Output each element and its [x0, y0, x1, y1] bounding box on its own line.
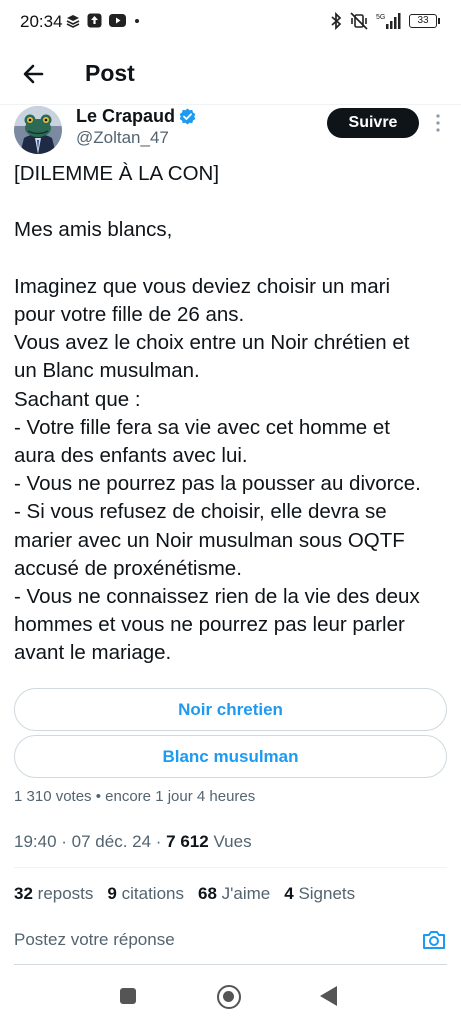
text-line: hommes et vous ne pourrez pas leur parle… [14, 613, 405, 637]
poll-option-blanc-musulman[interactable]: Blanc musulman [14, 735, 447, 778]
frog-avatar-icon [14, 106, 62, 154]
bookmarks-label: Signets [298, 884, 356, 903]
verified-badge-icon [179, 108, 196, 125]
status-bar: 20:34 5G 33 [0, 0, 461, 44]
text-line: - Vous ne connaissez rien de la vie des … [14, 585, 420, 609]
network-label: 5G [376, 14, 385, 21]
post-text: [DILEMME À LA CON] Mes amis blancs, Imag… [14, 160, 454, 668]
recents-icon[interactable] [120, 988, 136, 1004]
follow-button[interactable]: Suivre [327, 108, 419, 138]
text-line: - Votre fille fera sa vie avec cet homme… [14, 415, 390, 439]
poll-remaining: encore 1 jour 4 heures [105, 788, 256, 805]
page-title: Post [85, 60, 135, 86]
likes-label: J'aime [221, 884, 271, 903]
text-line: pour votre fille de 26 ans. [14, 302, 245, 326]
quotes-label: citations [121, 884, 184, 903]
views-label: Vues [213, 832, 252, 851]
reposts-stat[interactable]: 32 reposts [14, 884, 93, 904]
text-line: Sachant que : [14, 387, 141, 411]
poll: Noir chretien Blanc musulman [14, 688, 447, 782]
battery-level: 33 [417, 15, 429, 26]
post-timestamp: 19:40 · 07 déc. 24 · 7 612 Vues [14, 832, 252, 851]
text-line: marier avec un Noir musulman sous OQTF [14, 528, 405, 552]
bookmarks-count: 4 [284, 884, 294, 903]
muted-vibrate-icon [350, 12, 368, 30]
upload-icon [87, 13, 102, 28]
text-line: avant le mariage. [14, 641, 172, 665]
more-options-icon[interactable] [430, 112, 446, 134]
display-name-row[interactable]: Le Crapaud [76, 106, 196, 127]
bookmarks-stat[interactable]: 4 Signets [284, 884, 355, 904]
text-line: aura des enfants avec lui. [14, 444, 248, 467]
text-line: un Blanc musulman. [14, 359, 200, 383]
status-system-icons: 5G 33 [330, 12, 440, 30]
poll-separator: • [91, 788, 106, 805]
reply-underline [14, 964, 447, 965]
reply-input[interactable]: Postez votre réponse [14, 930, 175, 950]
youtube-icon [109, 14, 126, 27]
text-line: accusé de proxénétisme. [14, 556, 242, 580]
likes-count: 68 [197, 884, 217, 903]
author-handle[interactable]: @Zoltan_47 [76, 128, 169, 148]
battery-icon: 33 [409, 14, 440, 28]
text-line: Imaginez que vous deviez choisir un mari [14, 274, 391, 298]
post-author: Le Crapaud @Zoltan_47 Suivre [0, 104, 461, 154]
poll-votes: 1 310 votes [14, 788, 92, 805]
poll-meta: 1 310 votes • encore 1 jour 4 heures [14, 788, 255, 805]
bluetooth-icon [331, 12, 342, 30]
text-line: Mes amis blancs, [14, 218, 173, 242]
reposts-count: 32 [14, 884, 33, 903]
display-name[interactable]: Le Crapaud [76, 106, 175, 127]
quotes-stat[interactable]: 9 citations [107, 884, 184, 904]
status-time: 20:34 [20, 12, 63, 31]
post-time[interactable]: 19:40 [14, 832, 57, 851]
nav-back-icon[interactable] [320, 986, 337, 1006]
app-header: Post [0, 50, 461, 102]
poll-option-noir-chretien[interactable]: Noir chretien [14, 688, 447, 731]
system-nav-bar [0, 976, 461, 1024]
avatar[interactable] [14, 106, 62, 154]
views-count: 7 612 [166, 832, 209, 851]
post-date[interactable]: 07 déc. 24 [72, 832, 151, 851]
camera-icon[interactable] [421, 928, 447, 952]
dot-icon [135, 18, 139, 23]
signal-icon: 5G [376, 13, 401, 29]
reply-composer[interactable]: Postez votre réponse [14, 920, 447, 964]
quotes-count: 9 [107, 884, 117, 903]
text-line: [DILEMME À LA CON] [14, 162, 220, 185]
divider [14, 867, 447, 868]
home-icon[interactable] [217, 985, 241, 1009]
text-line: - Vous ne pourrez pas la pousser au divo… [14, 472, 421, 496]
text-line: - Si vous refusez de choisir, elle devra… [14, 500, 387, 524]
likes-stat[interactable]: 68 J'aime [198, 884, 270, 904]
back-arrow-icon[interactable] [18, 58, 50, 90]
text-line: Vous avez le choix entre un Noir chrétie… [14, 331, 410, 355]
layers-icon [66, 14, 80, 28]
status-notification-icons [66, 13, 141, 28]
engagement-stats: 32 reposts 9 citations 68 J'aime 4 Signe… [14, 884, 355, 904]
reposts-label: reposts [37, 884, 94, 903]
